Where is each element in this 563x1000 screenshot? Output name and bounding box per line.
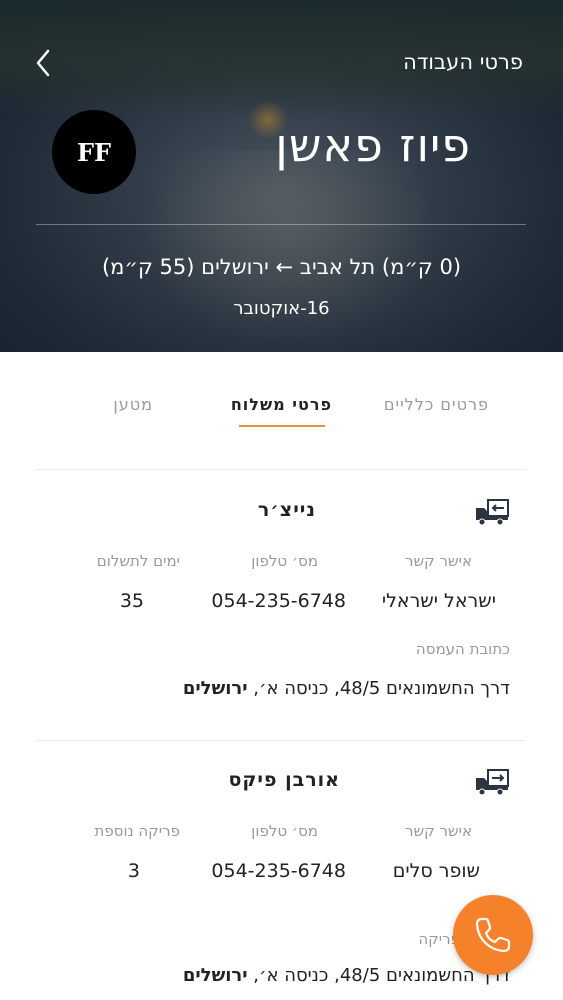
dropoff-section: אורבן פיקס אישר קשר מס׳ טלפון פריקה נוספ… — [36, 741, 526, 1000]
tab-general-details[interactable]: פרטים כלליים — [384, 395, 489, 414]
truck-unload-icon — [476, 499, 509, 526]
back-button[interactable] — [30, 48, 58, 78]
phone-number[interactable]: 054-235-6748 — [211, 860, 346, 882]
address-city: ירושלים — [182, 965, 248, 986]
phone-icon — [475, 917, 511, 953]
dropoff-company-name: אורבן פיקס — [228, 769, 340, 791]
loading-address: דרך החשמונאים 48/5, כניסה א׳, ירושלים — [183, 678, 510, 699]
contact-name: שופר סלים — [392, 860, 480, 882]
job-date: 16-אוקטובר — [233, 298, 330, 319]
tab-cargo[interactable]: מטען — [113, 395, 153, 414]
active-tab-indicator — [239, 425, 325, 427]
header-divider — [36, 224, 526, 225]
company-avatar: FF — [52, 110, 136, 194]
pickup-company-name: נייצ׳ר — [257, 499, 316, 521]
phone-label: מס׳ טלפון — [251, 822, 318, 840]
extra-unloading-label: פריקה נוספת — [94, 822, 180, 840]
payment-days-value: 35 — [119, 590, 144, 612]
pickup-section: נייצ׳ר אישר קשר מס׳ טלפון ימים לתשלום יש… — [36, 470, 526, 740]
chevron-left-icon — [36, 49, 50, 77]
address-street: דרך החשמונאים 48/5, כניסה א׳, — [253, 678, 510, 699]
phone-number[interactable]: 054-235-6748 — [211, 590, 346, 612]
contact-label: אישר קשר — [405, 552, 472, 570]
route-summary: (0 ק״מ) תל אביב ← ירושלים (55 ק״מ) — [101, 255, 462, 279]
contact-label: אישר קשר — [405, 822, 472, 840]
job-header: פרטי העבודה FF פיוז פאשן (0 ק״מ) תל אביב… — [0, 0, 563, 352]
payment-days-label: ימים לתשלום — [96, 552, 180, 570]
call-button[interactable] — [453, 895, 533, 975]
loading-address-label: כתובת העמסה — [415, 640, 510, 658]
phone-label: מס׳ טלפון — [251, 552, 318, 570]
unloading-address: דרך החשמונאים 48/5, כניסה א׳, ירושלים — [183, 965, 510, 986]
truck-load-icon — [476, 769, 509, 796]
extra-unloading-value: 3 — [127, 860, 140, 882]
company-name: פיוז פאשן — [275, 118, 471, 172]
tab-delivery-details[interactable]: פרטי משלוח — [231, 395, 332, 414]
header-background-road — [140, 150, 440, 350]
contact-name: ישראל ישראלי — [381, 590, 496, 612]
page-title: פרטי העבודה — [403, 50, 523, 74]
address-city: ירושלים — [182, 678, 248, 699]
tab-bar: פרטים כלליים פרטי משלוח מטען — [0, 395, 563, 435]
